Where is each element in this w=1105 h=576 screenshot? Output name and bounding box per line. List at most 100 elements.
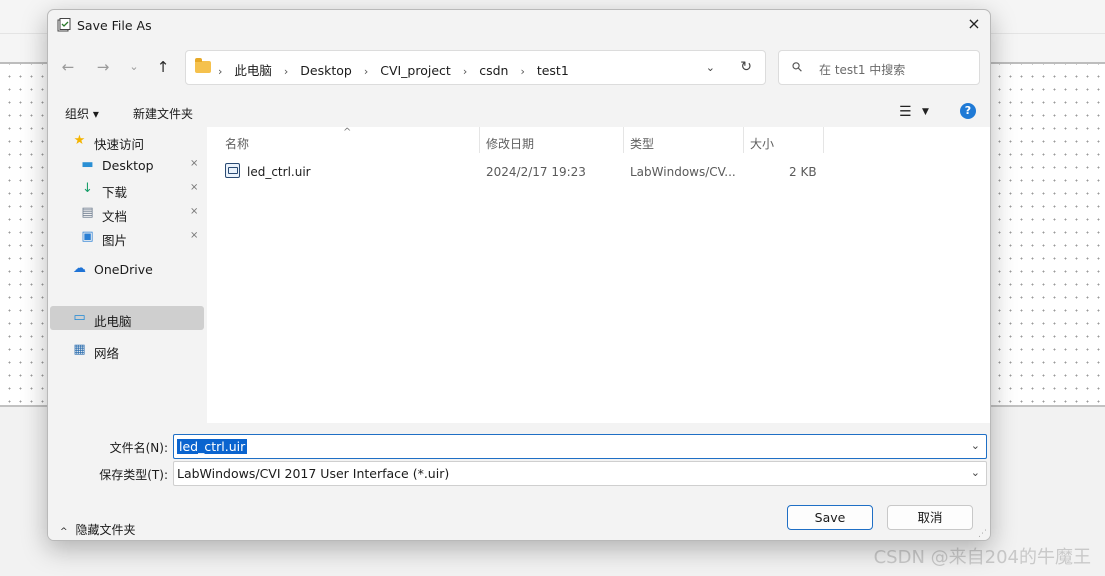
sidebar-item-label: 文档 xyxy=(102,209,128,224)
address-bar[interactable]: › 此电脑 › Desktop › CVI_project › csdn › t… xyxy=(185,50,766,85)
sidebar-item-label: OneDrive xyxy=(94,262,153,277)
filename-label: 文件名(N): xyxy=(109,441,168,455)
back-button[interactable]: ← xyxy=(57,56,79,78)
column-header-type[interactable]: 类型 xyxy=(624,127,744,153)
filetype-value: LabWindows/CVI 2017 User Interface (*.ui… xyxy=(177,466,450,481)
organize-menu[interactable]: 组织 ▾ xyxy=(65,105,99,122)
star-icon: ★ xyxy=(73,133,86,148)
breadcrumb-csdn[interactable]: csdn xyxy=(479,63,508,78)
hide-folders-toggle[interactable]: ^ 隐藏文件夹 xyxy=(60,521,136,538)
breadcrumb-separator[interactable]: › xyxy=(512,65,532,78)
sidebar-item-this-pc[interactable]: ▭ 此电脑 xyxy=(50,306,204,330)
breadcrumb-separator[interactable]: › xyxy=(356,65,376,78)
pin-icon: ⨯ xyxy=(190,182,199,193)
arrow-right-icon: → xyxy=(96,58,110,76)
breadcrumb-this-pc[interactable]: 此电脑 xyxy=(234,63,272,78)
sidebar-item-desktop[interactable]: ▬ Desktop ⨯ xyxy=(50,153,204,177)
sidebar-item-label: 下载 xyxy=(102,185,128,200)
sidebar-item-label: 快速访问 xyxy=(94,137,145,152)
folder-icon xyxy=(195,58,211,73)
search-placeholder: 在 test1 中搜索 xyxy=(819,63,906,77)
download-icon: ↓ xyxy=(82,181,93,196)
breadcrumb-separator[interactable]: › xyxy=(455,65,475,78)
document-icon: ▤ xyxy=(81,205,94,220)
file-size: 2 KB xyxy=(789,165,817,179)
sidebar-item-onedrive[interactable]: ☁ OneDrive xyxy=(50,257,204,281)
sidebar-item-downloads[interactable]: ↓ 下载 ⨯ xyxy=(50,177,204,201)
file-list: 名称 ^ 修改日期 类型 大小 led_ctrl.uir 2024/2/17 1… xyxy=(207,127,990,423)
watermark: CSDN @来自204的牛魔王 xyxy=(873,547,1091,568)
search-icon: ⚲ xyxy=(789,58,807,77)
chevron-down-icon: ⌄ xyxy=(129,60,139,73)
hide-folders-label: 隐藏文件夹 xyxy=(75,523,136,537)
arrow-up-icon: ↑ xyxy=(156,58,170,76)
sidebar-item-label: 此电脑 xyxy=(94,314,132,329)
navigation-pane: ★ 快速访问 ▬ Desktop ⨯ ↓ 下载 ⨯ ▤ 文档 ⨯ ▣ 图片 ⨯ … xyxy=(48,127,207,423)
view-options-icon[interactable]: ☰ xyxy=(899,104,912,120)
up-button[interactable]: ↑ xyxy=(152,56,174,78)
breadcrumb-cvi-project[interactable]: CVI_project xyxy=(380,63,451,78)
recent-locations-button[interactable]: ⌄ xyxy=(123,56,145,78)
chevron-down-icon: ⌄ xyxy=(970,466,980,479)
sidebar-item-pictures[interactable]: ▣ 图片 ⨯ xyxy=(50,225,204,249)
app-icon xyxy=(57,18,71,32)
column-header-size[interactable]: 大小 xyxy=(744,127,824,153)
sort-ascending-icon: ^ xyxy=(343,127,352,138)
filetype-select[interactable]: LabWindows/CVI 2017 User Interface (*.ui… xyxy=(173,461,987,486)
cloud-icon: ☁ xyxy=(73,261,86,276)
chevron-up-icon: ^ xyxy=(60,527,68,537)
breadcrumb-desktop[interactable]: Desktop xyxy=(300,63,352,78)
uir-file-icon xyxy=(225,163,240,178)
save-form: 文件名(N): led_ctrl.uir ⌄ 保存类型(T): LabWindo… xyxy=(48,423,990,540)
column-header-label: 大小 xyxy=(750,137,775,151)
cancel-button[interactable]: 取消 xyxy=(887,505,973,530)
command-bar: 组织 ▾ 新建文件夹 ☰ ▼ ? xyxy=(48,98,990,126)
sidebar-item-documents[interactable]: ▤ 文档 ⨯ xyxy=(50,201,204,225)
file-name: led_ctrl.uir xyxy=(247,165,311,179)
chevron-down-icon[interactable]: ⌄ xyxy=(971,439,980,452)
resize-grip-icon[interactable]: ⋰ xyxy=(978,529,987,539)
address-history-dropdown-icon[interactable]: ⌄ xyxy=(706,61,715,74)
table-row[interactable]: led_ctrl.uir 2024/2/17 19:23 LabWindows/… xyxy=(207,159,990,183)
filename-field[interactable]: led_ctrl.uir ⌄ xyxy=(173,434,987,459)
file-modified: 2024/2/17 19:23 xyxy=(486,165,586,179)
view-dropdown-icon[interactable]: ▼ xyxy=(922,107,929,117)
column-header-label: 修改日期 xyxy=(486,137,535,151)
navigation-bar: ← → ⌄ ↑ › 此电脑 › Desktop › CVI_project › … xyxy=(48,48,990,88)
pictures-icon: ▣ xyxy=(81,229,94,244)
computer-icon: ▭ xyxy=(73,310,86,325)
title-bar[interactable]: Save File As × xyxy=(48,10,990,40)
column-header-label: 类型 xyxy=(630,137,655,151)
pin-icon: ⨯ xyxy=(190,206,199,217)
sidebar-item-label: 网络 xyxy=(94,346,120,361)
breadcrumb-test1[interactable]: test1 xyxy=(537,63,569,78)
search-input[interactable]: ⚲ 在 test1 中搜索 xyxy=(778,50,980,85)
column-header-modified[interactable]: 修改日期 xyxy=(480,127,624,153)
close-icon: × xyxy=(967,14,981,33)
column-header-label: 名称 xyxy=(225,137,250,151)
filetype-label: 保存类型(T): xyxy=(99,468,168,482)
file-type: LabWindows/CV... xyxy=(630,165,736,179)
refresh-icon[interactable]: ↻ xyxy=(740,59,752,75)
pin-icon: ⨯ xyxy=(190,230,199,241)
sidebar-item-quick-access[interactable]: ★ 快速访问 xyxy=(50,129,204,153)
filename-value: led_ctrl.uir xyxy=(177,439,248,454)
network-icon: ▦ xyxy=(73,342,86,357)
close-button[interactable]: × xyxy=(958,10,990,40)
desktop-icon: ▬ xyxy=(81,157,94,172)
arrow-left-icon: ← xyxy=(61,58,75,76)
sidebar-item-label: Desktop xyxy=(102,158,154,173)
pin-icon: ⨯ xyxy=(190,158,199,169)
help-icon[interactable]: ? xyxy=(960,103,976,119)
dialog-title: Save File As xyxy=(77,18,152,33)
save-file-dialog: Save File As × ← → ⌄ ↑ › 此电脑 › Desktop ›… xyxy=(47,9,991,541)
new-folder-button[interactable]: 新建文件夹 xyxy=(133,105,193,122)
breadcrumb-separator: › xyxy=(218,65,223,78)
sidebar-item-label: 图片 xyxy=(102,233,128,248)
column-header-name[interactable]: 名称 ^ xyxy=(207,127,480,153)
save-button[interactable]: Save xyxy=(787,505,873,530)
forward-button[interactable]: → xyxy=(92,56,114,78)
breadcrumb: › 此电脑 › Desktop › CVI_project › csdn › t… xyxy=(218,60,569,79)
breadcrumb-separator[interactable]: › xyxy=(276,65,296,78)
sidebar-item-network[interactable]: ▦ 网络 xyxy=(50,338,204,362)
